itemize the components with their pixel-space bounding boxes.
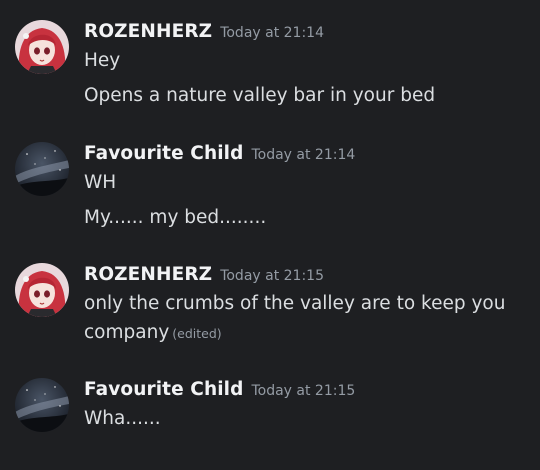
- anime-girl-avatar-icon: [15, 20, 69, 74]
- message-text: Wha......: [84, 408, 161, 429]
- message-text-line: company (edited): [84, 322, 222, 343]
- user-avatar[interactable]: [15, 263, 69, 317]
- message-text: My...... my bed........: [84, 207, 267, 228]
- timestamp[interactable]: Today at 21:14: [251, 147, 355, 163]
- username[interactable]: Favourite Child: [84, 379, 243, 400]
- night-sky-avatar-icon: [15, 142, 69, 196]
- username[interactable]: ROZENHERZ: [84, 264, 212, 285]
- user-avatar[interactable]: [15, 142, 69, 196]
- anime-girl-avatar-icon: [15, 263, 69, 317]
- user-avatar[interactable]: [15, 378, 69, 432]
- message-header: ROZENHERZ Today at 21:14: [84, 21, 324, 42]
- username[interactable]: ROZENHERZ: [84, 21, 212, 42]
- night-sky-avatar-icon: [15, 378, 69, 432]
- message-text: WH: [84, 172, 117, 193]
- username[interactable]: Favourite Child: [84, 143, 243, 164]
- message-text: company: [84, 322, 170, 343]
- message-text: Opens a nature valley bar in your bed: [84, 85, 436, 106]
- timestamp[interactable]: Today at 21:14: [220, 25, 324, 41]
- message-header: Favourite Child Today at 21:15: [84, 379, 355, 400]
- message-header: ROZENHERZ Today at 21:15: [84, 264, 324, 285]
- message-text: only the crumbs of the valley are to kee…: [84, 293, 506, 314]
- message-text: Hey: [84, 50, 121, 71]
- edited-indicator: (edited): [172, 326, 222, 341]
- message-header: Favourite Child Today at 21:14: [84, 143, 355, 164]
- timestamp[interactable]: Today at 21:15: [251, 383, 355, 399]
- user-avatar[interactable]: [15, 20, 69, 74]
- timestamp[interactable]: Today at 21:15: [220, 268, 324, 284]
